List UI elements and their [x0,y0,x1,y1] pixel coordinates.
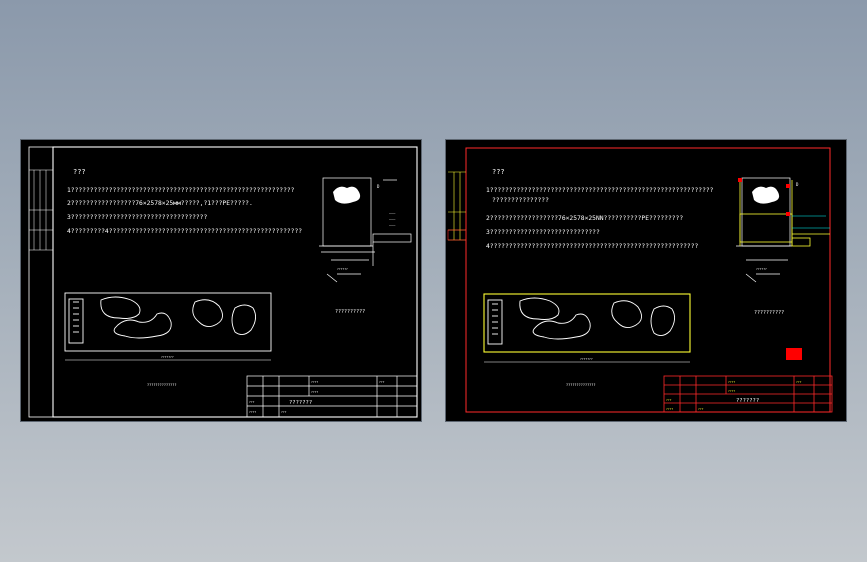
title-cell-2: ???? [311,390,318,394]
note-line-1b: ??????????????? [492,197,549,204]
binding-strip [29,169,53,251]
section-dimension-label: ?????? [337,267,348,271]
title-block [663,375,833,413]
title-block-title: ??????? [736,398,759,404]
cad-drawing-left: ??? 1???????????????????????????????????… [28,146,418,418]
plan-caption: ?????????????? [566,383,596,387]
title-cell-1: ???? [728,380,735,384]
title-cell-6: ??? [698,407,704,411]
cad-drawing-right: ??? 1???????????????????????????????????… [447,147,833,413]
section-marker-d: D [796,182,799,187]
plan-caption: ?????????????? [147,383,177,387]
note-line-3: 3????????????????????????????? [486,229,600,236]
section-annotations: D ——— ——— ——— [377,184,396,227]
title-cell-3: ??? [796,380,802,384]
title-cell-5: ???? [249,410,256,414]
note-line-1: 1???????????????????????????????????????… [67,187,295,194]
svg-text:———: ——— [389,211,396,215]
note-line-2: 2??????????????????76×2578×25NN?????????… [486,215,683,222]
notes-heading: ??? [73,168,86,176]
notes-heading: ??? [492,168,505,176]
section-cyan-lines [792,215,830,229]
note-line-3: 3???????????????????????????????????? [67,214,207,221]
svg-text:———: ——— [389,223,396,227]
planting-plan-boundary [483,293,691,353]
title-cell-4: ??? [249,400,255,404]
note-line-1: 1???????????????????????????????????????… [486,187,714,194]
svg-text:———: ——— [389,217,396,221]
note-line-4: 4?????????4?????????????????????????????… [67,228,302,235]
section-detail [319,177,412,283]
red-stamp-icon [786,348,802,360]
planting-plan [487,297,675,345]
section-label: ?????????? [335,309,365,315]
note-line-2: 2?????????????????76×2578×25мм?????,?1??… [67,200,253,207]
title-cell-1: ???? [311,380,318,384]
plan-dimension: ??????? [161,355,174,359]
drawing-sheet-right[interactable]: ??? 1???????????????????????????????????… [446,140,846,421]
title-cell-4: ??? [666,398,672,402]
title-cell-3: ??? [379,380,385,384]
title-block [246,375,418,418]
title-cell-6: ??? [281,410,287,414]
planting-plan [64,292,272,352]
svg-text:D: D [377,184,380,189]
title-block-title: ??????? [289,400,312,406]
section-dimension-label: ?????? [756,267,767,271]
plan-dimension: ??????? [580,357,593,361]
title-cell-2: ???? [728,389,735,393]
title-cell-5: ???? [666,407,673,411]
drawing-sheet-left[interactable]: ??? 1???????????????????????????????????… [21,140,421,421]
note-line-4: 4???????????????????????????????????????… [486,243,699,250]
section-label: ?????????? [754,310,784,316]
section-highlights [739,180,830,247]
